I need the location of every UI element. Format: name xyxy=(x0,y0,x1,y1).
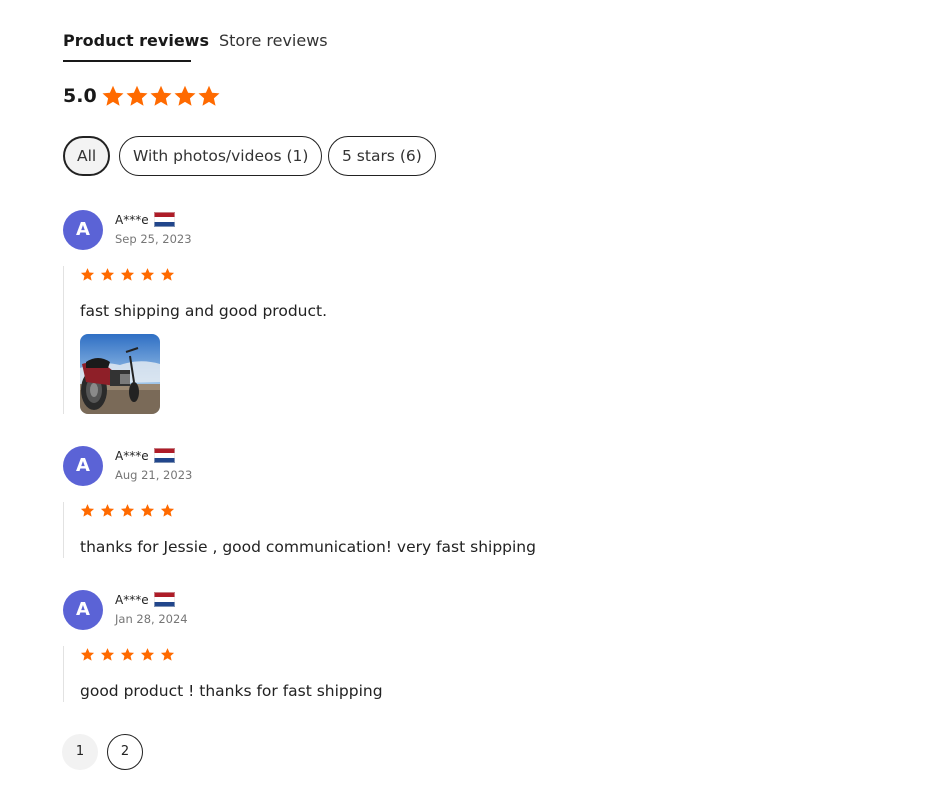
reviewer-name: A***e xyxy=(115,448,175,463)
star-icon xyxy=(160,647,175,662)
star-icon xyxy=(173,84,197,108)
reviewer-name: A***e xyxy=(115,592,175,607)
tab-product-reviews[interactable]: Product reviews xyxy=(63,31,209,50)
filter-all-chip[interactable]: All xyxy=(63,136,111,176)
review-body: thanks for Jessie , good communication! … xyxy=(63,502,536,558)
star-icon xyxy=(100,647,115,662)
star-icon xyxy=(160,503,175,518)
star-icon xyxy=(120,647,135,662)
star-icon xyxy=(140,267,155,282)
reviewer-name-text: A***e xyxy=(115,592,149,607)
reviewer-name-text: A***e xyxy=(115,212,149,227)
pagination-page-2[interactable]: 2 xyxy=(107,734,143,770)
star-icon xyxy=(120,503,135,518)
review-body: good product ! thanks for fast shipping xyxy=(63,646,383,702)
star-icon xyxy=(125,84,149,108)
review-text: good product ! thanks for fast shipping xyxy=(80,682,383,700)
filter-5-stars-chip[interactable]: 5 stars (6) xyxy=(328,136,436,176)
star-icon xyxy=(140,647,155,662)
average-rating: 5.0 xyxy=(63,85,97,107)
reviewer-name-text: A***e xyxy=(115,448,149,463)
star-icon xyxy=(80,647,95,662)
summary-stars xyxy=(101,84,221,108)
star-icon xyxy=(160,267,175,282)
tab-store-reviews[interactable]: Store reviews xyxy=(219,31,328,50)
star-icon xyxy=(101,84,125,108)
filter-with-photos-chip[interactable]: With photos/videos (1) xyxy=(119,136,323,176)
netherlands-flag-icon xyxy=(153,212,175,227)
star-icon xyxy=(120,267,135,282)
star-icon xyxy=(100,503,115,518)
review-stars xyxy=(80,503,536,520)
star-icon xyxy=(80,503,95,518)
avatar: A xyxy=(63,210,103,250)
review-text: fast shipping and good product. xyxy=(80,302,328,320)
active-tab-indicator xyxy=(63,60,191,62)
review-text: thanks for Jessie , good communication! … xyxy=(80,538,536,556)
star-icon xyxy=(140,503,155,518)
review-date: Aug 21, 2023 xyxy=(115,468,193,482)
review-date: Jan 28, 2024 xyxy=(115,612,188,626)
avatar: A xyxy=(63,590,103,630)
pagination-page-1[interactable]: 1 xyxy=(62,734,98,770)
star-icon xyxy=(197,84,221,108)
star-icon xyxy=(100,267,115,282)
review-date: Sep 25, 2023 xyxy=(115,232,192,246)
netherlands-flag-icon xyxy=(153,592,175,607)
review-stars xyxy=(80,647,383,664)
star-icon xyxy=(80,267,95,282)
review-stars xyxy=(80,267,327,284)
avatar: A xyxy=(63,446,103,486)
review-body: fast shipping and good product. xyxy=(63,266,327,414)
rating-summary: 5.0 xyxy=(63,84,221,108)
star-icon xyxy=(149,84,173,108)
reviewer-name: A***e xyxy=(115,212,175,227)
netherlands-flag-icon xyxy=(153,448,175,463)
motorcycle-photo-image xyxy=(80,334,160,414)
review-photo-motorcycle[interactable] xyxy=(80,334,160,414)
